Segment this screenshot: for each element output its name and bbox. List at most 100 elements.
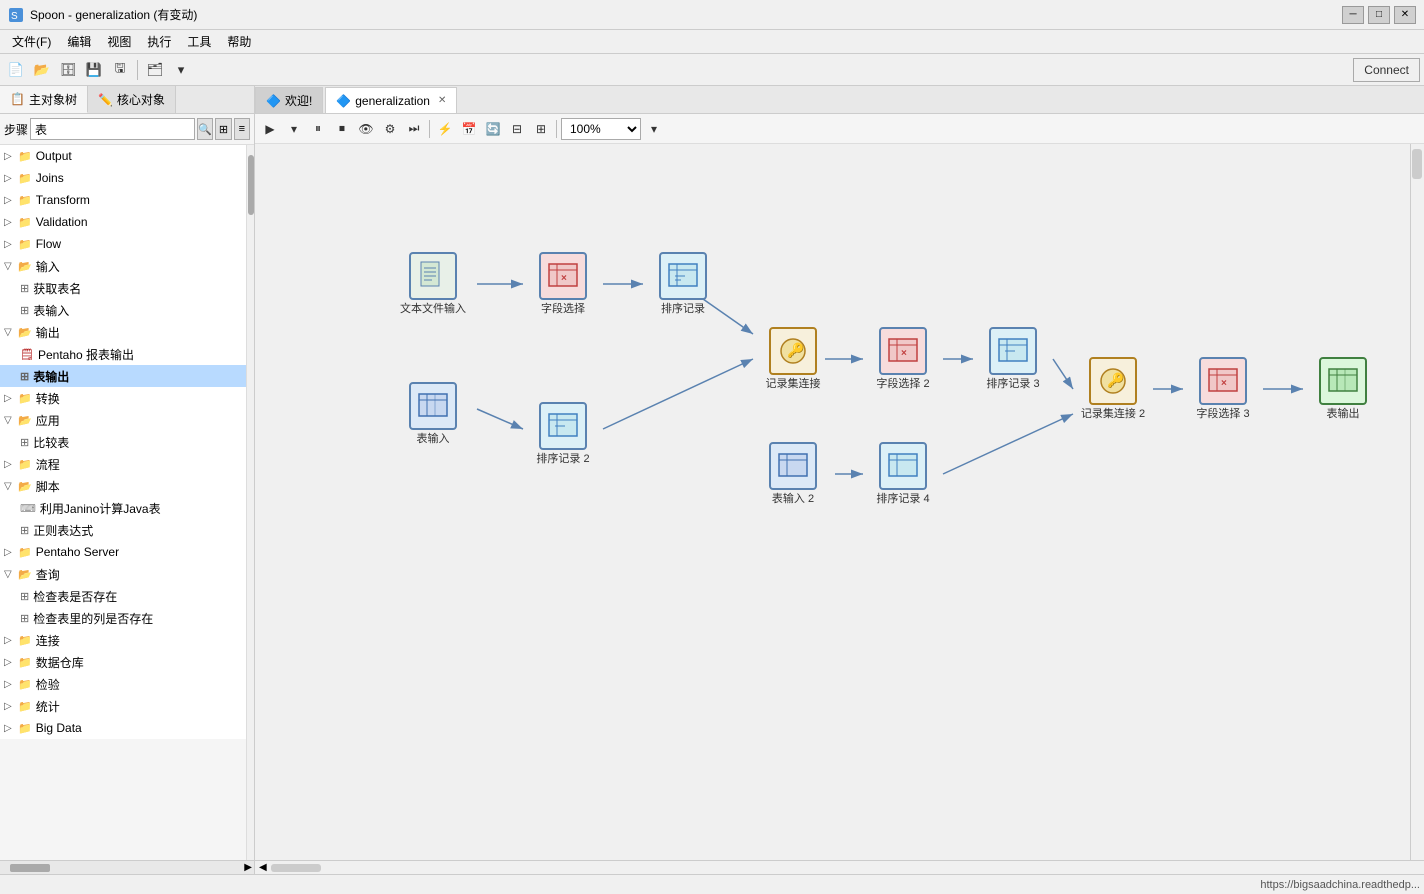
node-field-select3[interactable]: × 字段选择 3 [1183,357,1263,421]
canvas-vscroll-thumb[interactable] [1412,149,1422,179]
maximize-button[interactable]: □ [1368,6,1390,24]
node-merge-join[interactable]: 🔑 记录集连接 [753,327,833,391]
tree-item-regex[interactable]: ⊞ 正则表达式 [0,519,246,541]
left-vertical-scrollbar[interactable] [246,145,254,860]
menu-item-edit[interactable]: 编辑 [59,31,99,52]
play-button[interactable]: ▶ [259,118,281,140]
node-text-file-input[interactable]: 文本文件输入 [393,252,473,316]
tree-item-pentaho-report[interactable]: 🗒 Pentaho 报表输出 [0,343,246,365]
minimize-button[interactable]: ─ [1342,6,1364,24]
node-merge-join2[interactable]: 🔑 记录集连接 2 [1073,357,1153,421]
node-sort-records2[interactable]: 排序记录 2 [523,402,603,466]
tab-generalization[interactable]: 🔷 generalization ✕ [325,87,457,113]
tree-item-check-column-exists[interactable]: ⊞ 检查表里的列是否存在 [0,607,246,629]
tree-item-joins[interactable]: ▷ 📁 Joins [0,167,246,189]
tree-item-output-group[interactable]: ▽ 📂 输出 [0,321,246,343]
tree-item-pentaho-server[interactable]: ▷ 📁 Pentaho Server [0,541,246,563]
tree-item-query-group[interactable]: ▽ 📂 查询 [0,563,246,585]
menu-item-help[interactable]: 帮助 [219,31,259,52]
expand-icon-output-group: ▽ [4,327,18,338]
canvas-horizontal-scrollbar[interactable]: ◀ [255,860,1424,874]
zoom-select[interactable]: 50% 75% 100% 125% 150% 200% [561,118,641,140]
pause-button[interactable]: ⏸ [307,118,329,140]
tree-item-flow[interactable]: ▷ 📁 Flow [0,233,246,255]
tree-item-script-group[interactable]: ▽ 📂 脚本 [0,475,246,497]
welcome-icon: 🔷 [266,94,281,108]
debug-button[interactable]: ⚙ [379,118,401,140]
save-as-button[interactable]: 🖫 [108,58,132,82]
canvas-toolbar: ▶ ▾ ⏸ ⏹ 👁 ⚙ ⏭ ⚡ 📅 🔄 ⊟ ⊞ 50% 75% 100% 125… [255,114,1424,144]
tree-label-check-column-exists: 检查表里的列是否存在 [33,610,153,627]
expand-icon-connection: ▷ [4,635,18,646]
tree-item-get-table-names[interactable]: ⊞ 获取表名 [0,277,246,299]
tree-item-connection[interactable]: ▷ 📁 连接 [0,629,246,651]
tab-main-objects[interactable]: 📋 主对象树 [0,86,88,113]
tree-item-stats[interactable]: ▷ 📁 统计 [0,695,246,717]
canvas-hscroll-thumb[interactable] [271,864,321,872]
menu-item-run[interactable]: 执行 [139,31,179,52]
tab-welcome[interactable]: 🔷 欢迎! [255,87,323,113]
node-sort-records4[interactable]: 排序记录 4 [863,442,943,506]
new-file-button[interactable]: 📄 [4,58,28,82]
grid-button[interactable]: ⊞ [530,118,552,140]
node-field-select[interactable]: × 字段选择 [523,252,603,316]
node-table-input2[interactable]: 表输入 2 [753,442,833,506]
tree-item-check2[interactable]: ▷ 📁 检验 [0,673,246,695]
node-sort-records3[interactable]: 排序记录 3 [973,327,1053,391]
menu-item-file[interactable]: 文件(F) [4,31,59,52]
canvas[interactable]: 文本文件输入 × 字段选择 排序记录 [255,144,1410,860]
node-sort-records[interactable]: 排序记录 [643,252,723,316]
tree-item-output[interactable]: ▷ 📁 Output [0,145,246,167]
connect-button[interactable]: Connect [1353,58,1420,82]
tree-item-input-group[interactable]: ▽ 📂 输入 [0,255,246,277]
search-input[interactable] [30,118,195,140]
step-button[interactable]: ⏭ [403,118,425,140]
tree-item-process[interactable]: ▷ 📁 流程 [0,453,246,475]
left-horizontal-scrollbar[interactable]: ▶ [0,860,254,874]
dropdown-button[interactable]: ▾ [169,58,193,82]
right-arrow-icon[interactable]: ▶ [244,862,254,873]
expand-button[interactable]: ⊞ [215,118,231,140]
tab-core-objects[interactable]: ✏️ 核心对象 [88,86,176,113]
canvas-vertical-scrollbar[interactable] [1410,144,1424,860]
stop-button[interactable]: ⏹ [331,118,353,140]
close-button[interactable]: ✕ [1394,6,1416,24]
tree-item-validation[interactable]: ▷ 📁 Validation [0,211,246,233]
tree-item-table-input[interactable]: ⊞ 表输入 [0,299,246,321]
save-button[interactable]: 💾 [82,58,106,82]
node-table-input[interactable]: 表输入 [393,382,473,446]
menu-item-view[interactable]: 视图 [99,31,139,52]
zoom-dropdown-button[interactable]: ▾ [643,118,665,140]
tab-close-icon[interactable]: ✕ [438,95,446,106]
refresh-button[interactable]: 🔄 [482,118,504,140]
play-dropdown-button[interactable]: ▾ [283,118,305,140]
run-options-button[interactable]: ⚡ [434,118,456,140]
left-hscroll-thumb[interactable] [10,864,50,872]
search-button[interactable]: 🔍 [197,118,213,140]
tree-item-apply-group[interactable]: ▽ 📂 应用 [0,409,246,431]
tree-item-transform[interactable]: ▷ 📁 Transform [0,189,246,211]
layers-button[interactable]: 🗂 [143,58,167,82]
tree-item-transform2[interactable]: ▷ 📁 转换 [0,387,246,409]
node-label-sort-records2: 排序记录 2 [536,453,589,466]
schedule-button[interactable]: 📅 [458,118,480,140]
tree-item-datawarehouse[interactable]: ▷ 📁 数据仓库 [0,651,246,673]
node-table-output[interactable]: 表输出 [1303,357,1383,421]
tree-item-check-table-exists[interactable]: ⊞ 检查表是否存在 [0,585,246,607]
node-label-sort-records: 排序记录 [661,303,705,316]
tree-label-check2: 检验 [36,676,60,693]
left-scrollbar-thumb[interactable] [248,155,254,215]
collapse-button[interactable]: ≡ [234,118,250,140]
tree-item-bigdata[interactable]: ▷ 📁 Big Data [0,717,246,739]
preview-button[interactable]: 👁 [355,118,377,140]
tree-item-compare-table[interactable]: ⊞ 比较表 [0,431,246,453]
explorer-button[interactable]: 🗄 [56,58,80,82]
open-button[interactable]: 📂 [30,58,54,82]
tree-item-table-output[interactable]: ⊞ 表输出 [0,365,246,387]
tree-item-janino[interactable]: ⌨ 利用Janino计算Java表 [0,497,246,519]
node-field-select2[interactable]: × 字段选择 2 [863,327,943,391]
tree-label-check-table-exists: 检查表是否存在 [33,588,117,605]
canvas-hscroll-left-arrow[interactable]: ◀ [257,862,269,873]
align-button[interactable]: ⊟ [506,118,528,140]
menu-item-tools[interactable]: 工具 [179,31,219,52]
